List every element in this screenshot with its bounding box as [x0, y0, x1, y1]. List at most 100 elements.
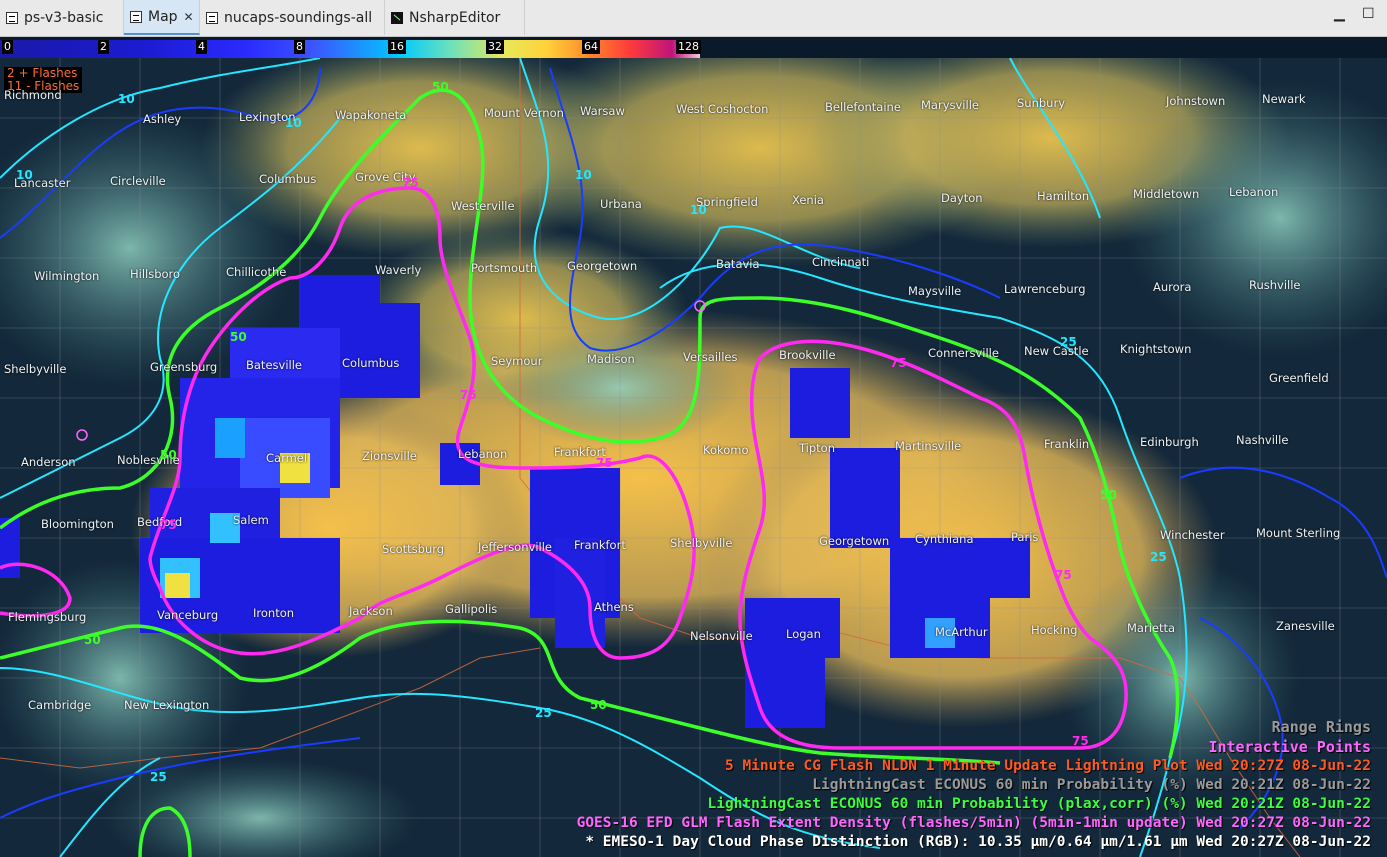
place-label: Rushville [1249, 278, 1301, 292]
contour-label: 50 [432, 80, 449, 94]
place-label: Hillsboro [130, 267, 181, 281]
place-label: Middletown [1133, 187, 1200, 201]
legend-nldn[interactable]: 5 Minute CG Flash NLDN 1 Minute Update L… [725, 758, 1371, 774]
place-label: West Coshocton [676, 102, 769, 116]
place-label: Aurora [1153, 280, 1192, 294]
contour-label: 25 [150, 770, 167, 784]
place-label: Gallipolis [445, 602, 498, 616]
place-label: Vanceburg [157, 608, 219, 622]
map-canvas [0, 58, 1387, 857]
place-label: New Castle [1024, 344, 1089, 358]
place-label: Maysville [908, 284, 962, 298]
place-label: Tipton [799, 441, 835, 455]
place-label: Scottsburg [382, 542, 445, 556]
contour-label: 50 [230, 330, 247, 344]
place-label: Knightstown [1120, 342, 1192, 356]
place-label: Franklin [1044, 437, 1090, 451]
place-label: Cincinnati [812, 255, 870, 269]
place-label: Westerville [451, 199, 515, 213]
tab-label: NsharpEditor [409, 9, 501, 26]
place-label: Georgetown [819, 534, 890, 548]
place-label: Columbus [342, 356, 400, 370]
place-label: Paris [1011, 530, 1039, 544]
colorbar-tick: 32 [486, 40, 504, 54]
place-label: Urbana [600, 197, 642, 211]
contour-label: 50 [1100, 488, 1117, 502]
contour-label: 25 [535, 706, 552, 720]
colorbar-tick: 4 [196, 40, 207, 54]
contour-label: 75 [460, 388, 477, 402]
place-label: Anderson [21, 455, 76, 469]
place-label: Winchester [1160, 528, 1225, 542]
map-display[interactable]: 2 + Flashes 11 - Flashes Richmond Ashley L… [0, 58, 1387, 857]
contour-label: 10 [285, 116, 302, 130]
legend-cloud-phase-rgb[interactable]: * EMESO-1 Day Cloud Phase Distinction (R… [585, 834, 1371, 850]
place-label: Warsaw [580, 104, 625, 118]
place-label: Connersville [928, 346, 999, 360]
colorbar-tick: 0 [2, 40, 13, 54]
contour-label: 50 [84, 633, 101, 647]
place-label: Jeffersonville [478, 540, 552, 554]
place-label: Johnstown [1166, 94, 1226, 108]
tab-nucaps-soundings-all[interactable]: nucaps-soundings-all [200, 0, 385, 35]
tab-label: ps-v3-basic [24, 9, 104, 26]
colorbar-tick: 16 [388, 40, 406, 54]
flash-density-colorbar: 0 2 4 8 16 32 64 128 [0, 40, 701, 58]
contour-label: 10 [690, 203, 707, 217]
place-label: Waverly [375, 263, 422, 277]
legend-glm-fed[interactable]: GOES-16 EFD GLM Flash Extent Density (fl… [577, 815, 1371, 831]
colorbar-tick: 8 [294, 40, 305, 54]
place-label: Logan [786, 627, 821, 641]
contour-label: 10 [575, 168, 592, 182]
interactive-points-label: Interactive Points [1208, 738, 1371, 756]
place-label: Hocking [1031, 623, 1078, 637]
maximize-button[interactable]: ☐ [1362, 6, 1375, 22]
place-label: Sunbury [1017, 96, 1065, 110]
place-label: Wapakoneta [335, 108, 407, 122]
place-label: Mount Sterling [1256, 526, 1341, 540]
place-label: Zanesville [1276, 619, 1335, 633]
place-label: Kokomo [703, 443, 749, 457]
place-label: Flemingsburg [8, 610, 87, 624]
colorbar-tick: 64 [582, 40, 600, 54]
place-label: Circleville [110, 174, 166, 188]
tab-label: nucaps-soundings-all [224, 9, 373, 26]
tab-nsharp-editor[interactable]: NsharpEditor [385, 0, 525, 35]
close-icon[interactable]: ✕ [184, 10, 194, 24]
legend-lightningcast-plax[interactable]: LightningCast ECONUS 60 min Probability … [708, 796, 1371, 812]
place-label: Columbus [259, 172, 317, 186]
minimize-button[interactable]: ▁ [1334, 6, 1345, 22]
legend-lightningcast[interactable]: LightningCast ECONUS 60 min Probability … [812, 777, 1371, 793]
place-label: Ashley [143, 112, 182, 126]
place-label: Ironton [253, 606, 295, 620]
place-label: Lebanon [1229, 185, 1279, 199]
place-label: Seymour [491, 354, 543, 368]
place-label: Georgetown [567, 259, 638, 273]
place-label: Newark [1262, 92, 1306, 106]
contour-label: 10 [118, 92, 135, 106]
place-label: Batavia [716, 257, 760, 271]
range-rings-label: Range Rings [1271, 718, 1371, 736]
place-label: New Lexington [124, 698, 210, 712]
place-label: Xenia [792, 193, 824, 207]
place-label: Martinsville [895, 439, 962, 453]
place-label: Versailles [683, 350, 738, 364]
tab-ps-v3-basic[interactable]: ps-v3-basic [0, 0, 124, 35]
place-label: Lawrenceburg [1004, 282, 1086, 296]
place-label: Shelbyville [670, 536, 733, 550]
place-label: Nashville [1236, 433, 1289, 447]
place-label: Frankfort [574, 538, 626, 552]
place-label: Marietta [1127, 621, 1176, 635]
contour-label: 25 [1150, 550, 1167, 564]
contour-label: 75 [402, 176, 419, 190]
place-label: Batesville [246, 358, 302, 372]
place-label: Jackson [349, 604, 393, 618]
place-label: Dayton [941, 191, 983, 205]
place-label: Zionsville [362, 449, 417, 463]
place-label: Carmel [266, 451, 308, 465]
place-label: Brookville [779, 348, 836, 362]
contour-label: 75 [1072, 734, 1089, 748]
nsharp-icon [391, 11, 403, 24]
colorbar-tick: 128 [676, 40, 701, 54]
tab-map[interactable]: Map ✕ [124, 0, 200, 35]
